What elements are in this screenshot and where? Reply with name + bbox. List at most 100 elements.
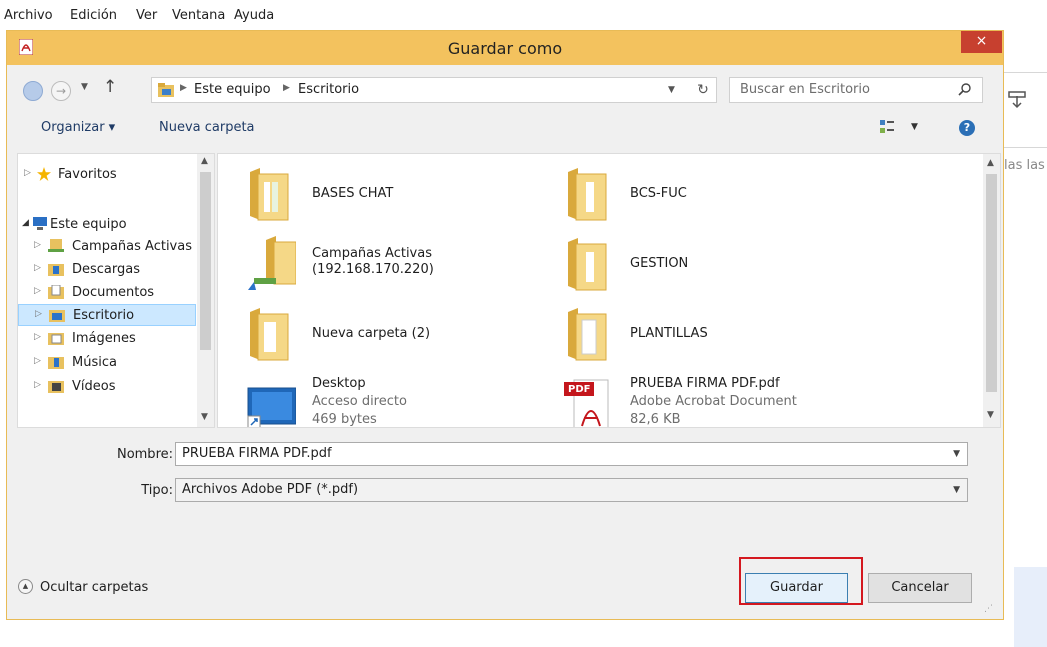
close-button[interactable]: × bbox=[961, 31, 1002, 53]
menu-ventana[interactable]: Ventana bbox=[172, 8, 225, 23]
file-item-bases-chat[interactable]: BASES CHAT bbox=[246, 164, 546, 224]
file-list-scrollbar[interactable]: ▲ ▼ bbox=[983, 154, 1000, 427]
view-dropdown-icon[interactable]: ▼ bbox=[911, 122, 918, 132]
new-folder-button[interactable]: Nueva carpeta bbox=[159, 120, 255, 135]
tree-item-label: Documentos bbox=[72, 285, 155, 300]
search-box[interactable]: Buscar en Escritorio bbox=[729, 77, 983, 103]
tree-item-favoritos[interactable]: ▷ Favoritos bbox=[18, 164, 198, 186]
network-folder-icon bbox=[248, 236, 296, 290]
expand-arrow-icon[interactable]: ▷ bbox=[34, 356, 41, 366]
expand-arrow-icon[interactable]: ▷ bbox=[34, 380, 41, 390]
desktop-shortcut-icon bbox=[247, 387, 296, 427]
navigation-pane[interactable]: ▷ Favoritos ◢ Este equipo ▷ Campañas Act… bbox=[17, 153, 215, 428]
videos-folder-icon bbox=[48, 381, 64, 393]
help-icon[interactable]: ? bbox=[959, 120, 975, 136]
expand-arrow-icon[interactable]: ▷ bbox=[34, 286, 41, 296]
tree-item-documentos[interactable]: ▷ Documentos bbox=[18, 282, 198, 304]
expand-arrow-icon[interactable]: ▷ bbox=[35, 309, 42, 319]
background-app-menubar: Archivo Edición Ver Ventana Ayuda bbox=[0, 0, 1047, 30]
file-name: PLANTILLAS bbox=[630, 326, 708, 341]
scroll-down-icon[interactable]: ▼ bbox=[987, 410, 994, 420]
scroll-down-icon[interactable]: ▼ bbox=[201, 412, 208, 422]
folder-icon bbox=[568, 308, 607, 361]
file-item-plantillas[interactable]: PLANTILLAS bbox=[564, 304, 864, 364]
file-name-field[interactable]: PRUEBA FIRMA PDF.pdf ▼ bbox=[175, 442, 968, 466]
expand-arrow-icon[interactable]: ▷ bbox=[24, 168, 31, 178]
breadcrumb-este-equipo[interactable]: Este equipo bbox=[194, 82, 271, 97]
background-app-panel: las las bbox=[1004, 30, 1047, 647]
documents-folder-icon bbox=[48, 285, 64, 299]
tree-item-label: Música bbox=[72, 355, 117, 370]
file-name: BCS-FUC bbox=[630, 186, 687, 201]
recent-locations-dropdown-icon[interactable]: ▼ bbox=[81, 82, 88, 92]
title-bar[interactable]: Guardar como × bbox=[7, 31, 1003, 65]
breadcrumb-escritorio[interactable]: Escritorio bbox=[298, 82, 359, 97]
chevron-up-icon[interactable]: ▲ bbox=[18, 579, 33, 594]
tree-item-este-equipo[interactable]: ◢ Este equipo bbox=[18, 214, 198, 236]
file-item-desktop-shortcut[interactable]: Desktop Acceso directo 469 bytes bbox=[246, 376, 546, 427]
file-item-nueva-carpeta-2[interactable]: Nueva carpeta (2) bbox=[246, 304, 546, 364]
forward-button[interactable]: → bbox=[51, 81, 71, 101]
tree-item-escritorio[interactable]: ▷ Escritorio bbox=[18, 304, 196, 326]
tree-item-descargas[interactable]: ▷ Descargas bbox=[18, 259, 198, 281]
tree-item-label: Favoritos bbox=[58, 167, 117, 182]
chevron-down-icon[interactable]: ▼ bbox=[953, 449, 960, 459]
file-type: Adobe Acrobat Document bbox=[630, 394, 797, 409]
address-bar[interactable]: ▶ Este equipo ▶ Escritorio ▼ bbox=[151, 77, 691, 103]
expand-arrow-icon[interactable]: ▷ bbox=[34, 332, 41, 342]
breadcrumb-separator: ▶ bbox=[283, 83, 290, 93]
menu-ver[interactable]: Ver bbox=[136, 8, 157, 23]
folder-icon bbox=[158, 83, 174, 97]
tree-item-musica[interactable]: ▷ Música bbox=[18, 352, 198, 374]
command-toolbar: Organizar ▾ Nueva carpeta ▼ ? bbox=[7, 111, 1003, 145]
tree-item-campanas-activas[interactable]: ▷ Campañas Activas bbox=[18, 236, 198, 258]
back-button[interactable] bbox=[23, 81, 43, 101]
collapse-arrow-icon[interactable]: ◢ bbox=[22, 218, 29, 228]
save-as-dialog: Guardar como × → ▼ ↑ ▶ Este equipo ▶ Esc… bbox=[6, 30, 1004, 620]
menu-archivo[interactable]: Archivo bbox=[4, 8, 53, 23]
tree-item-videos[interactable]: ▷ Vídeos bbox=[18, 376, 198, 398]
refresh-icon[interactable]: ↻ bbox=[690, 77, 717, 103]
file-name: GESTION bbox=[630, 256, 689, 271]
menu-edicion[interactable]: Edición bbox=[70, 8, 117, 23]
menu-ayuda[interactable]: Ayuda bbox=[234, 8, 274, 23]
file-name: PRUEBA FIRMA PDF.pdf bbox=[630, 376, 780, 391]
scrollbar-thumb[interactable] bbox=[986, 174, 997, 392]
address-dropdown-icon[interactable]: ▼ bbox=[668, 85, 675, 95]
file-type-select[interactable]: Archivos Adobe PDF (*.pdf) ▼ bbox=[175, 478, 968, 502]
music-folder-icon bbox=[48, 357, 64, 369]
file-size: 469 bytes bbox=[312, 412, 377, 427]
file-name-value[interactable]: PRUEBA FIRMA PDF.pdf bbox=[182, 446, 332, 461]
navigation-scrollbar[interactable]: ▲ ▼ bbox=[197, 154, 214, 427]
tree-item-label: Imágenes bbox=[72, 331, 136, 346]
tree-item-imagenes[interactable]: ▷ Imágenes bbox=[18, 328, 198, 350]
file-list-pane[interactable]: BASES CHAT BCS-FUC Campañas Activas (192… bbox=[217, 153, 1001, 428]
scrollbar-thumb[interactable] bbox=[200, 172, 211, 350]
scroll-up-icon[interactable]: ▲ bbox=[987, 158, 994, 168]
chevron-down-icon[interactable]: ▼ bbox=[953, 485, 960, 495]
file-item-campanas-activas[interactable]: Campañas Activas (192.168.170.220) bbox=[246, 234, 546, 294]
expand-arrow-icon[interactable]: ▷ bbox=[34, 263, 41, 273]
file-size: 82,6 KB bbox=[630, 412, 681, 427]
cancel-button[interactable]: Cancelar bbox=[868, 573, 972, 603]
file-item-gestion[interactable]: GESTION bbox=[564, 234, 864, 294]
type-label: Tipo: bbox=[141, 483, 173, 498]
computer-icon bbox=[33, 217, 47, 230]
file-item-bcs-fuc[interactable]: BCS-FUC bbox=[564, 164, 864, 224]
pdf-badge: PDF bbox=[568, 384, 591, 395]
file-item-prueba-firma-pdf[interactable]: PDF PRUEBA FIRMA PDF.pdf Adobe Acrobat D… bbox=[564, 376, 864, 427]
background-partial-text: las las bbox=[1004, 158, 1045, 173]
expand-arrow-icon[interactable]: ▷ bbox=[34, 240, 41, 250]
organize-button[interactable]: Organizar ▾ bbox=[41, 120, 115, 135]
up-arrow-icon[interactable]: ↑ bbox=[103, 77, 117, 97]
resize-grip-icon[interactable]: ⋰ bbox=[984, 604, 993, 614]
folder-icon bbox=[568, 168, 607, 221]
file-name: BASES CHAT bbox=[312, 186, 394, 201]
scroll-up-icon[interactable]: ▲ bbox=[201, 156, 208, 166]
dialog-title: Guardar como bbox=[447, 39, 563, 58]
search-input[interactable]: Buscar en Escritorio bbox=[740, 82, 870, 97]
hide-folders-label[interactable]: Ocultar carpetas bbox=[40, 580, 148, 595]
search-icon[interactable] bbox=[958, 83, 972, 97]
folder-icon bbox=[250, 308, 289, 361]
view-options-icon[interactable] bbox=[880, 120, 894, 134]
